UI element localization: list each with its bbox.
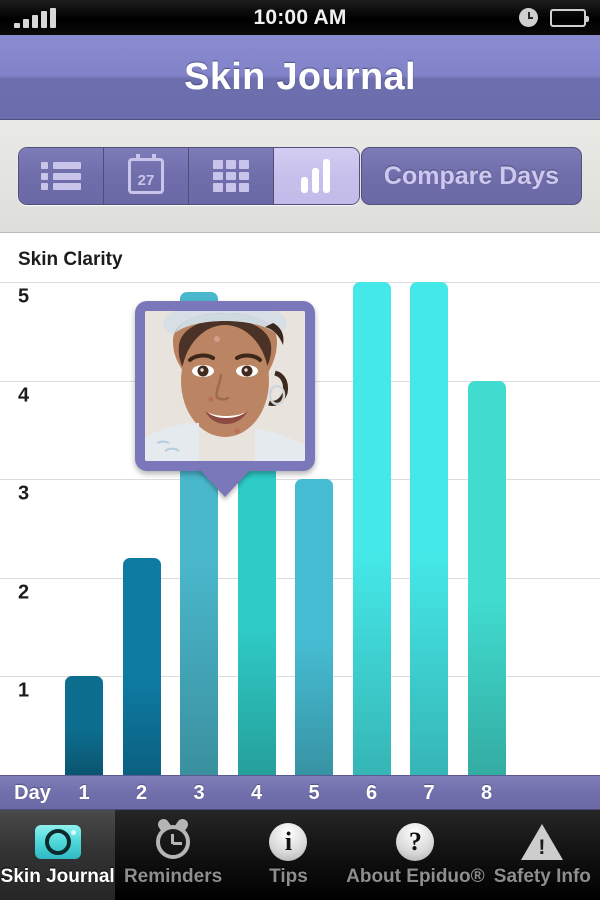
chart-bar[interactable]: [122, 558, 161, 775]
nav-bar: Skin Journal: [0, 35, 600, 120]
page-title: Skin Journal: [184, 55, 416, 98]
y-axis-tick-label: 2: [18, 581, 30, 604]
chart-gridline: [0, 282, 600, 283]
calendar-day-number: 27: [137, 172, 155, 189]
clock-icon: [519, 8, 538, 27]
face-photo: [145, 311, 305, 461]
tab-bar: Skin Journal Reminders i Tips? About Epiduo®…: [0, 810, 600, 900]
segment-calendar-view[interactable]: 27: [104, 148, 189, 204]
x-axis-tick-label: 5: [308, 782, 320, 804]
segment-list-view[interactable]: [19, 148, 104, 204]
tab-label: Tips: [269, 866, 308, 887]
battery-icon: [550, 8, 589, 27]
alarm-clock-icon: [155, 816, 191, 859]
x-axis-title: Day: [14, 782, 51, 804]
signal-bars-icon: [0, 7, 170, 28]
popover-pointer: [199, 469, 251, 497]
calendar-icon: 27: [128, 154, 164, 194]
y-axis-tick-label: 1: [18, 679, 30, 702]
x-axis-tick-label: 8: [480, 782, 493, 804]
chart-bar[interactable]: [410, 282, 448, 775]
grid-icon: [213, 160, 249, 192]
x-axis-tick-label: 7: [423, 782, 435, 804]
question-mark-icon: ?: [396, 823, 435, 861]
list-icon: [41, 162, 81, 190]
photo-popover[interactable]: [135, 301, 315, 497]
chart-x-axis: Day 1 2 3 4 5 6 7 8: [0, 775, 600, 810]
status-bar-time: 10:00 AM: [253, 5, 347, 29]
app-screen: 10:00 AM Skin Journal 27 Compare Days Sk…: [0, 0, 600, 900]
toolbar: 27 Compare Days: [0, 120, 600, 233]
photo-popover-frame: [135, 301, 315, 471]
y-axis-tick-label: 3: [18, 482, 30, 505]
chart-bar[interactable]: [295, 479, 333, 775]
chart-bar[interactable]: [65, 676, 103, 775]
warning-triangle-icon: [521, 824, 564, 860]
y-axis-tick-label: 4: [18, 384, 30, 407]
segment-chart-view[interactable]: [274, 148, 359, 204]
status-bar: 10:00 AM: [0, 0, 600, 35]
view-segmented-control[interactable]: 27: [18, 147, 360, 205]
info-icon: i: [269, 823, 308, 861]
tab-label: Reminders: [123, 866, 223, 887]
x-axis-tick-label: 2: [135, 782, 148, 804]
tab-tips[interactable]: i Tips: [231, 810, 346, 900]
tab-label: Safety Info: [493, 866, 591, 887]
tab-label: About Epiduo®: [346, 866, 485, 887]
compare-days-button[interactable]: Compare Days: [360, 147, 582, 205]
y-axis-tick-label: 5: [18, 285, 30, 308]
x-axis-tick-label: 1: [78, 782, 90, 804]
segment-grid-view[interactable]: [189, 148, 274, 204]
chart-bar[interactable]: [352, 282, 391, 775]
x-axis-tick-label: 4: [250, 782, 263, 804]
chart-bar[interactable]: [467, 380, 506, 775]
x-axis-tick-label: 3: [193, 782, 205, 804]
x-axis-tick-label: 6: [365, 782, 378, 804]
tab-safety-info[interactable]: Safety Info: [485, 810, 600, 900]
tab-about-epiduo[interactable]: ? About Epiduo®: [346, 810, 485, 900]
tab-label: Skin Journal: [0, 866, 115, 887]
bar-chart-icon: [300, 159, 333, 193]
tab-skin-journal[interactable]: Skin Journal: [0, 810, 116, 900]
camera-icon: [34, 825, 81, 859]
tab-reminders[interactable]: Reminders: [115, 810, 230, 900]
